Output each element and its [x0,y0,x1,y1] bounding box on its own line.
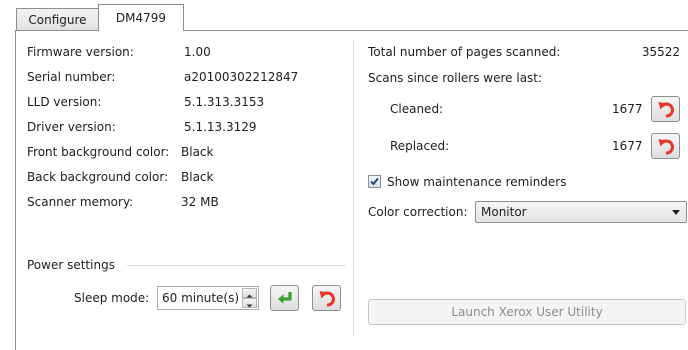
serial-value: a20100302212847 [184,70,299,84]
lld-value: 5.1.313.3153 [184,95,265,109]
back-bg-label: Back background color: [27,170,169,184]
driver-value: 5.1.13.3129 [184,120,257,134]
power-settings-group-label: Power settings [27,258,115,272]
firmware-label: Firmware version: [27,45,134,59]
memory-label: Scanner memory: [27,195,134,209]
checkmark-icon [370,177,379,186]
color-correction-dropdown[interactable]: Monitor [475,201,687,223]
front-bg-value: Black [181,145,214,159]
rollers-label: Scans since rollers were last: [368,71,543,85]
undo-icon [319,291,335,307]
maintenance-reminders-label[interactable]: Show maintenance reminders [387,175,567,189]
dropdown-arrow-icon [672,210,680,215]
tab-dm4799[interactable]: DM4799 [98,4,184,31]
replaced-value: 1677 [612,139,643,153]
replaced-label: Replaced: [390,139,450,153]
spinner-up-button[interactable] [242,288,257,298]
total-pages-label: Total number of pages scanned: [368,45,561,59]
tab-bar: Configure DM4799 [0,0,688,31]
column-divider [353,40,354,337]
total-pages-value: 35522 [641,45,680,59]
sleep-mode-spinner[interactable]: 60 minute(s) [157,286,259,310]
color-correction-selected: Monitor [481,205,527,219]
reset-replaced-button[interactable] [651,133,680,159]
reset-cleaned-button[interactable] [651,96,680,122]
undo-icon [658,102,674,118]
launch-xerox-utility-button[interactable]: Launch Xerox User Utility [368,299,686,325]
group-divider [127,265,346,266]
memory-value: 32 MB [181,195,219,209]
driver-label: Driver version: [27,120,116,134]
undo-icon [658,139,674,155]
cleaned-value: 1677 [612,102,643,116]
enter-arrow-icon [277,292,292,304]
sleep-mode-value[interactable]: 60 minute(s) [162,291,239,305]
spinner-down-button[interactable] [242,298,257,308]
firmware-value: 1.00 [184,45,211,59]
cleaned-label: Cleaned: [390,102,444,116]
spinner-arrows [242,288,257,308]
lld-label: LLD version: [27,95,102,109]
maintenance-reminders-checkbox[interactable] [368,175,381,188]
front-bg-label: Front background color: [27,145,170,159]
sleep-mode-label: Sleep mode: [74,291,150,305]
back-bg-value: Black [181,170,214,184]
chevron-down-icon [246,304,253,308]
apply-button[interactable] [270,285,299,311]
reset-sleep-button[interactable] [312,285,341,311]
tab-configure[interactable]: Configure [16,8,99,30]
color-correction-label: Color correction: [368,205,468,219]
serial-label: Serial number: [27,70,116,84]
